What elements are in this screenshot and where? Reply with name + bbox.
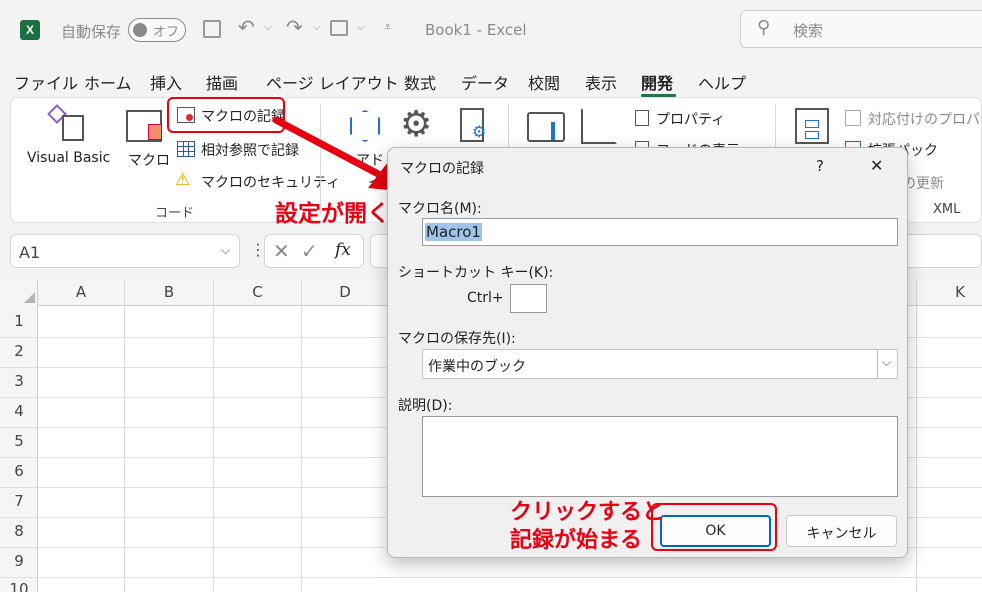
save-icon[interactable]	[203, 20, 221, 38]
properties-icon[interactable]	[635, 110, 649, 126]
confirm-entry-icon[interactable]: ✓	[301, 239, 318, 263]
macro-name-value: Macro1	[425, 223, 482, 241]
tab-file[interactable]: ファイル	[14, 70, 78, 94]
touch-dropdown-icon[interactable]: ⌵	[357, 22, 365, 33]
redo-dropdown-icon[interactable]: ⌵	[313, 22, 321, 33]
row-header-6[interactable]: 6	[0, 462, 38, 480]
customize-qat-icon[interactable]: ⩡	[384, 20, 391, 35]
excel-logo-icon: X	[20, 20, 40, 40]
name-box-dropdown-icon[interactable]: ⌵	[221, 243, 230, 258]
autosave-toggle[interactable]: オフ	[128, 18, 186, 42]
source-icon[interactable]	[795, 108, 829, 144]
undo-dropdown-icon[interactable]: ⌵	[264, 22, 272, 33]
redo-icon[interactable]: ↷	[286, 15, 303, 39]
map-properties-label[interactable]: 対応付けのプロパティ	[868, 109, 982, 129]
name-box[interactable]: A1 ⌵	[10, 234, 240, 268]
column-header-a[interactable]: A	[38, 283, 124, 307]
relative-reference-icon[interactable]	[177, 141, 195, 157]
map-properties-icon[interactable]	[845, 110, 861, 126]
store-dropdown-button[interactable]: ⌵	[877, 350, 898, 378]
chevron-down-icon: ⌵	[882, 355, 892, 369]
record-macro-highlight	[167, 97, 285, 133]
visual-basic-label[interactable]: Visual Basic	[27, 150, 110, 166]
autosave-state: オフ	[153, 25, 180, 40]
warning-icon[interactable]: ⚠	[175, 170, 190, 190]
row-header-3[interactable]: 3	[0, 372, 38, 390]
description-textarea[interactable]	[422, 416, 898, 497]
row-header-7[interactable]: 7	[0, 492, 38, 510]
row-header-10[interactable]: 10	[0, 580, 38, 592]
store-macro-select[interactable]: 作業中のブック ⌵	[422, 349, 898, 379]
ok-button-highlight	[651, 503, 777, 551]
col-divider	[213, 280, 214, 592]
row-header-9[interactable]: 9	[0, 552, 38, 570]
tab-data[interactable]: データ	[461, 70, 509, 94]
visual-basic-icon[interactable]	[47, 104, 88, 143]
search-icon: ⚲	[757, 17, 771, 38]
cancel-button[interactable]: キャンセル	[786, 515, 897, 547]
tab-review[interactable]: 校閲	[528, 70, 560, 94]
formula-buttons: ✕ ✓ fx	[264, 234, 364, 268]
tab-formulas[interactable]: 数式	[404, 70, 436, 94]
macro-name-label: マクロ名(M):	[398, 201, 482, 217]
insert-function-icon[interactable]: fx	[335, 240, 351, 260]
properties-label[interactable]: プロパティ	[656, 109, 725, 129]
tab-view[interactable]: 表示	[585, 70, 617, 94]
annotation-click-line2: 記録が始まる	[510, 528, 643, 553]
toggle-knob	[133, 23, 147, 37]
row-header-4[interactable]: 4	[0, 402, 38, 420]
insert-control-icon[interactable]	[527, 112, 565, 142]
description-label: 説明(D):	[398, 398, 453, 414]
store-macro-value: 作業中のブック	[428, 359, 526, 375]
shortcut-key-label: ショートカット キー(K):	[398, 265, 554, 281]
search-placeholder: 検索	[793, 22, 824, 40]
tab-page-layout[interactable]: ページ レイアウト	[266, 70, 399, 94]
tab-home[interactable]: ホーム	[84, 70, 132, 94]
select-all-corner[interactable]	[24, 292, 35, 303]
annotation-settings-open: 設定が開く	[275, 201, 390, 227]
cancel-button-label: キャンセル	[806, 526, 877, 542]
touch-mode-icon[interactable]	[330, 20, 348, 36]
row-divider	[0, 577, 982, 578]
autosave-label: 自動保存	[61, 23, 122, 41]
refresh-data-label[interactable]: の更新	[902, 173, 944, 193]
document-title: Book1 - Excel	[425, 21, 527, 39]
macro-icon[interactable]	[126, 110, 162, 142]
search-box[interactable]: ⚲ 検索	[740, 10, 982, 48]
dialog-title: マクロの記録	[400, 161, 484, 177]
macro-label[interactable]: マクロ	[128, 150, 170, 170]
col-divider	[301, 280, 302, 592]
col-divider	[916, 280, 917, 592]
shortcut-key-input[interactable]	[510, 284, 547, 313]
column-header-c[interactable]: C	[214, 283, 301, 307]
excel-window: X 自動保存 オフ ↶ ⌵ ↷ ⌵ ⌵ ⩡ Book1 - Excel ⚲ 検索…	[0, 0, 982, 592]
column-header-b[interactable]: B	[125, 283, 213, 307]
group-code-label: コード	[155, 206, 195, 221]
ribbon-tabs: ファイル ホーム 挿入 描画 ページ レイアウト 数式 データ 校閲 表示 開発…	[0, 62, 982, 97]
column-header-d[interactable]: D	[302, 283, 388, 307]
shortcut-prefix: Ctrl+	[467, 290, 504, 306]
tab-developer[interactable]: 開発	[641, 70, 673, 94]
tab-draw[interactable]: 描画	[206, 70, 238, 94]
group-xml-label: XML	[933, 202, 961, 217]
dialog-close-button[interactable]: ✕	[870, 156, 883, 175]
macro-name-input[interactable]: Macro1	[422, 218, 898, 246]
tab-insert[interactable]: 挿入	[150, 70, 182, 94]
row-header-5[interactable]: 5	[0, 432, 38, 450]
col-divider	[124, 280, 125, 592]
row-header-8[interactable]: 8	[0, 522, 38, 540]
dialog-help-button[interactable]: ?	[816, 157, 824, 175]
row-header-1[interactable]: 1	[0, 312, 38, 330]
row-header-2[interactable]: 2	[0, 342, 38, 360]
cancel-entry-icon[interactable]: ✕	[273, 239, 290, 263]
store-macro-label: マクロの保存先(I):	[398, 331, 516, 347]
com-addins-icon[interactable]: ⚙	[460, 108, 486, 142]
name-box-value: A1	[19, 243, 41, 262]
column-header-k[interactable]: K	[917, 283, 982, 307]
undo-icon[interactable]: ↶	[238, 15, 255, 39]
tab-help[interactable]: ヘルプ	[698, 70, 746, 94]
